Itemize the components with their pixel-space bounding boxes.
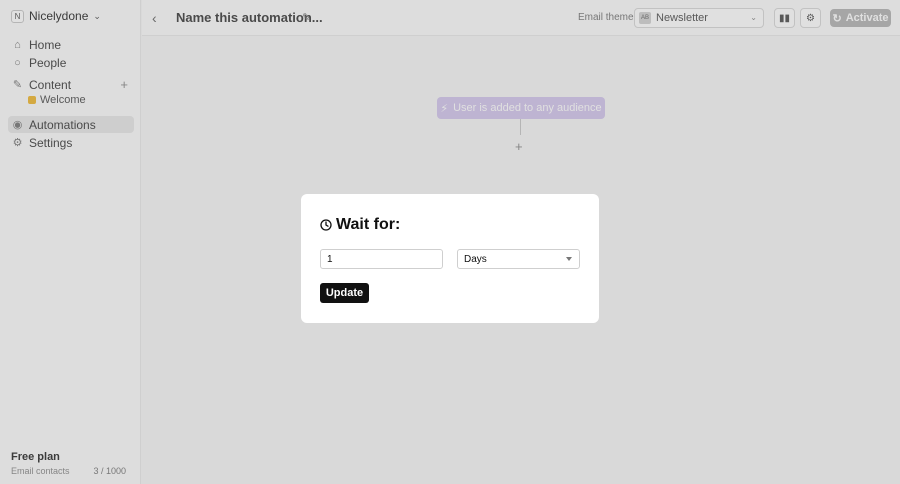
wait-unit-value: Days	[464, 253, 487, 265]
update-button[interactable]: Update	[320, 283, 369, 303]
wait-unit-select[interactable]: Days	[457, 249, 580, 269]
wait-amount-input[interactable]	[320, 249, 443, 269]
modal-header: Wait for:	[320, 216, 400, 234]
wait-modal: Wait for: Days Update	[301, 194, 599, 323]
modal-title: Wait for:	[336, 216, 401, 233]
caret-down-icon	[566, 257, 572, 261]
clock-icon	[320, 219, 332, 231]
